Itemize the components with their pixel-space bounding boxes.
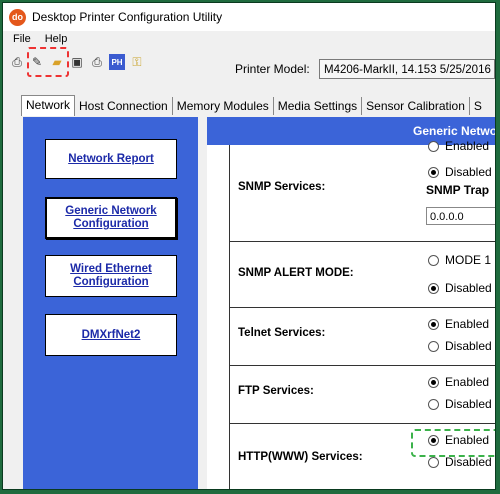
snmp-trap-ip-input[interactable]: 0.0.0.0 <box>426 207 495 225</box>
ftp-services-label: FTP Services: <box>238 385 314 397</box>
tab-sensor-calibration[interactable]: Sensor Calibration <box>362 97 470 115</box>
snmp-alert-mode-row: SNMP ALERT MODE: MODE 1 Disabled <box>229 241 495 308</box>
snmp-alert-mode-label: SNMP ALERT MODE: <box>238 267 354 279</box>
telnet-services-label: Telnet Services: <box>238 327 326 339</box>
printer-model-label: Printer Model: <box>235 62 310 76</box>
app-logo-icon: do <box>9 8 26 26</box>
tab-media-settings[interactable]: Media Settings <box>274 97 363 115</box>
alert-disabled-option[interactable]: Disabled <box>428 281 492 295</box>
tab-bar: Network Host Connection Memory Modules M… <box>21 95 495 116</box>
tab-network[interactable]: Network <box>21 95 76 116</box>
radio-button[interactable] <box>428 166 439 178</box>
key-icon[interactable]: ⚿ <box>129 54 145 70</box>
app-window: do Desktop Printer Configuration Utility… <box>2 2 496 490</box>
http-disabled-option[interactable]: Disabled <box>428 455 492 469</box>
radio-button[interactable] <box>428 282 439 294</box>
ftp-disabled-option[interactable]: Disabled <box>428 397 492 411</box>
tab-memory-modules[interactable]: Memory Modules <box>173 97 274 115</box>
window-title: Desktop Printer Configuration Utility <box>32 10 223 24</box>
snmp-trap-label: SNMP Trap <box>426 183 490 197</box>
snmp-services-label: SNMP Services: <box>238 181 326 193</box>
telnet-services-row: Telnet Services: Enabled Disabled <box>229 307 495 366</box>
generic-network-config-button[interactable]: Generic Network Configuration <box>45 197 177 239</box>
ftp-enabled-option[interactable]: Enabled <box>428 375 489 389</box>
snmp-disabled-option[interactable]: Disabled <box>428 165 492 179</box>
radio-button[interactable] <box>428 456 439 468</box>
printer-icon[interactable]: ⎙ <box>9 54 25 70</box>
left-nav-panel: Network Report Generic Network Configura… <box>23 117 198 489</box>
toolbar-highlight <box>27 47 69 77</box>
snmp-services-row: SNMP Services: Enabled Disabled SNMP Tra… <box>229 139 495 242</box>
radio-button[interactable] <box>428 254 439 266</box>
radio-button[interactable] <box>428 140 439 152</box>
radio-button[interactable] <box>428 398 439 410</box>
title-bar: do Desktop Printer Configuration Utility <box>3 3 495 31</box>
telnet-disabled-option[interactable]: Disabled <box>428 339 492 353</box>
radio-button[interactable] <box>428 340 439 352</box>
alert-mode1-option[interactable]: MODE 1 <box>428 253 491 267</box>
radio-button[interactable] <box>428 318 439 330</box>
printer-model-field[interactable]: M4206-MarkII, 14.153 5/25/2016 <box>319 59 495 79</box>
http-enabled-highlight <box>411 429 495 457</box>
tab-s[interactable]: S <box>470 97 486 115</box>
dmxrfnet2-button[interactable]: DMXrfNet2 <box>45 314 177 356</box>
ftp-services-row: FTP Services: Enabled Disabled <box>229 365 495 424</box>
http-services-label: HTTP(WWW) Services: <box>238 451 363 463</box>
telnet-enabled-option[interactable]: Enabled <box>428 317 489 331</box>
radio-button[interactable] <box>428 376 439 388</box>
floppy-save-icon[interactable]: ▣ <box>69 54 85 70</box>
network-report-button[interactable]: Network Report <box>45 139 177 179</box>
snmp-enabled-option[interactable]: Enabled <box>428 139 489 153</box>
tab-host-connection[interactable]: Host Connection <box>75 97 173 115</box>
wired-ethernet-config-button[interactable]: Wired Ethernet Configuration <box>45 255 177 297</box>
printer-small-icon[interactable]: ⎙ <box>89 54 105 70</box>
ph-icon[interactable]: PH <box>109 54 125 70</box>
